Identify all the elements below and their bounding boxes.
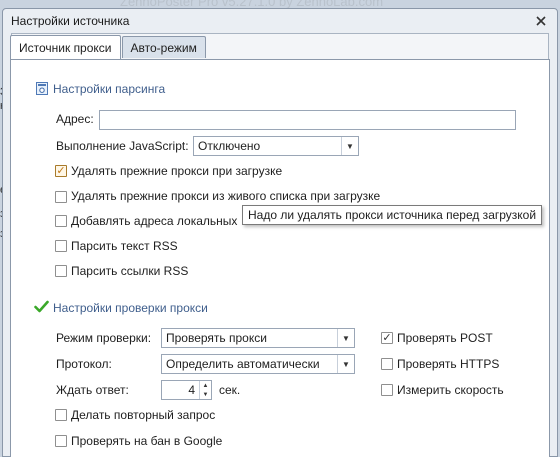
delete-old-proxies-checkbox[interactable]: ✓ <box>55 165 67 177</box>
tab-strip: Источник прокси Авто-режим <box>10 35 207 59</box>
parse-rss-links-checkbox[interactable] <box>55 265 67 277</box>
address-label: Адрес: <box>56 112 94 126</box>
checkbox-label: Проверять POST <box>397 331 493 345</box>
checkbox-label: Проверять HTTPS <box>397 357 500 371</box>
address-input[interactable] <box>99 110 516 130</box>
check-post-checkbox[interactable]: ✓ <box>381 332 393 344</box>
tooltip: Надо ли удалять прокси источника перед з… <box>242 205 543 225</box>
checkbox-label: Парсить ссылки RSS <box>71 264 189 278</box>
protocol-select[interactable]: Определить автоматически ▼ <box>161 354 355 374</box>
checkmark-icon: ✓ <box>56 164 66 177</box>
settings-section-icon <box>36 82 48 95</box>
close-button[interactable] <box>531 12 551 30</box>
tab-auto-mode[interactable]: Авто-режим <box>121 36 206 58</box>
measure-speed-checkbox[interactable] <box>381 384 393 396</box>
repeat-request-checkbox[interactable] <box>55 409 67 421</box>
dialog-title: Настройки источника <box>11 14 130 28</box>
js-execution-value: Отключено <box>198 139 261 153</box>
check-mode-label: Режим проверки: <box>56 331 152 345</box>
protocol-label: Протокол: <box>56 357 112 371</box>
checkbox-label: Удалять прежние прокси при загрузке <box>71 164 283 178</box>
checkmark-icon: ✓ <box>382 331 392 344</box>
check-https-checkbox[interactable] <box>381 358 393 370</box>
add-local-addresses-checkbox[interactable] <box>55 215 67 227</box>
green-checkmark-icon <box>34 300 49 313</box>
parse-rss-text-checkbox[interactable] <box>55 240 67 252</box>
checkbox-label: Измерить скорость <box>397 383 504 397</box>
wait-response-stepper[interactable]: 4 ▲ ▼ <box>161 380 212 400</box>
chevron-down-icon[interactable]: ▼ <box>337 355 354 373</box>
delete-from-live-list-checkbox[interactable] <box>55 191 67 203</box>
checkbox-label: Добавлять адреса локальных <box>71 214 238 228</box>
check-mode-select[interactable]: Проверять прокси ▼ <box>161 328 355 348</box>
check-mode-value: Проверять прокси <box>166 331 267 345</box>
chevron-down-icon[interactable]: ▼ <box>341 137 358 155</box>
check-section-title: Настройки проверки прокси <box>53 301 208 315</box>
js-execution-label: Выполнение JavaScript: <box>56 139 189 153</box>
spin-up-icon[interactable]: ▲ <box>200 381 211 390</box>
checkbox-label: Проверять на бан в Google <box>71 434 223 448</box>
spin-down-icon[interactable]: ▼ <box>200 390 211 399</box>
google-ban-check-checkbox[interactable] <box>55 435 67 447</box>
checkbox-label: Парсить текст RSS <box>71 239 178 253</box>
wait-response-label: Ждать ответ: <box>56 383 129 397</box>
tab-proxy-source[interactable]: Источник прокси <box>10 35 121 59</box>
js-execution-select[interactable]: Отключено ▼ <box>193 136 359 156</box>
protocol-value: Определить автоматически <box>166 357 320 371</box>
checkbox-label: Делать повторный запрос <box>71 408 216 422</box>
wait-response-value: 4 <box>188 383 195 397</box>
wait-unit-label: сек. <box>219 383 241 397</box>
checkbox-label: Удалять прежние прокси из живого списка … <box>71 189 381 203</box>
close-icon <box>536 16 546 26</box>
chevron-down-icon[interactable]: ▼ <box>337 329 354 347</box>
parsing-section-title: Настройки парсинга <box>53 82 166 96</box>
